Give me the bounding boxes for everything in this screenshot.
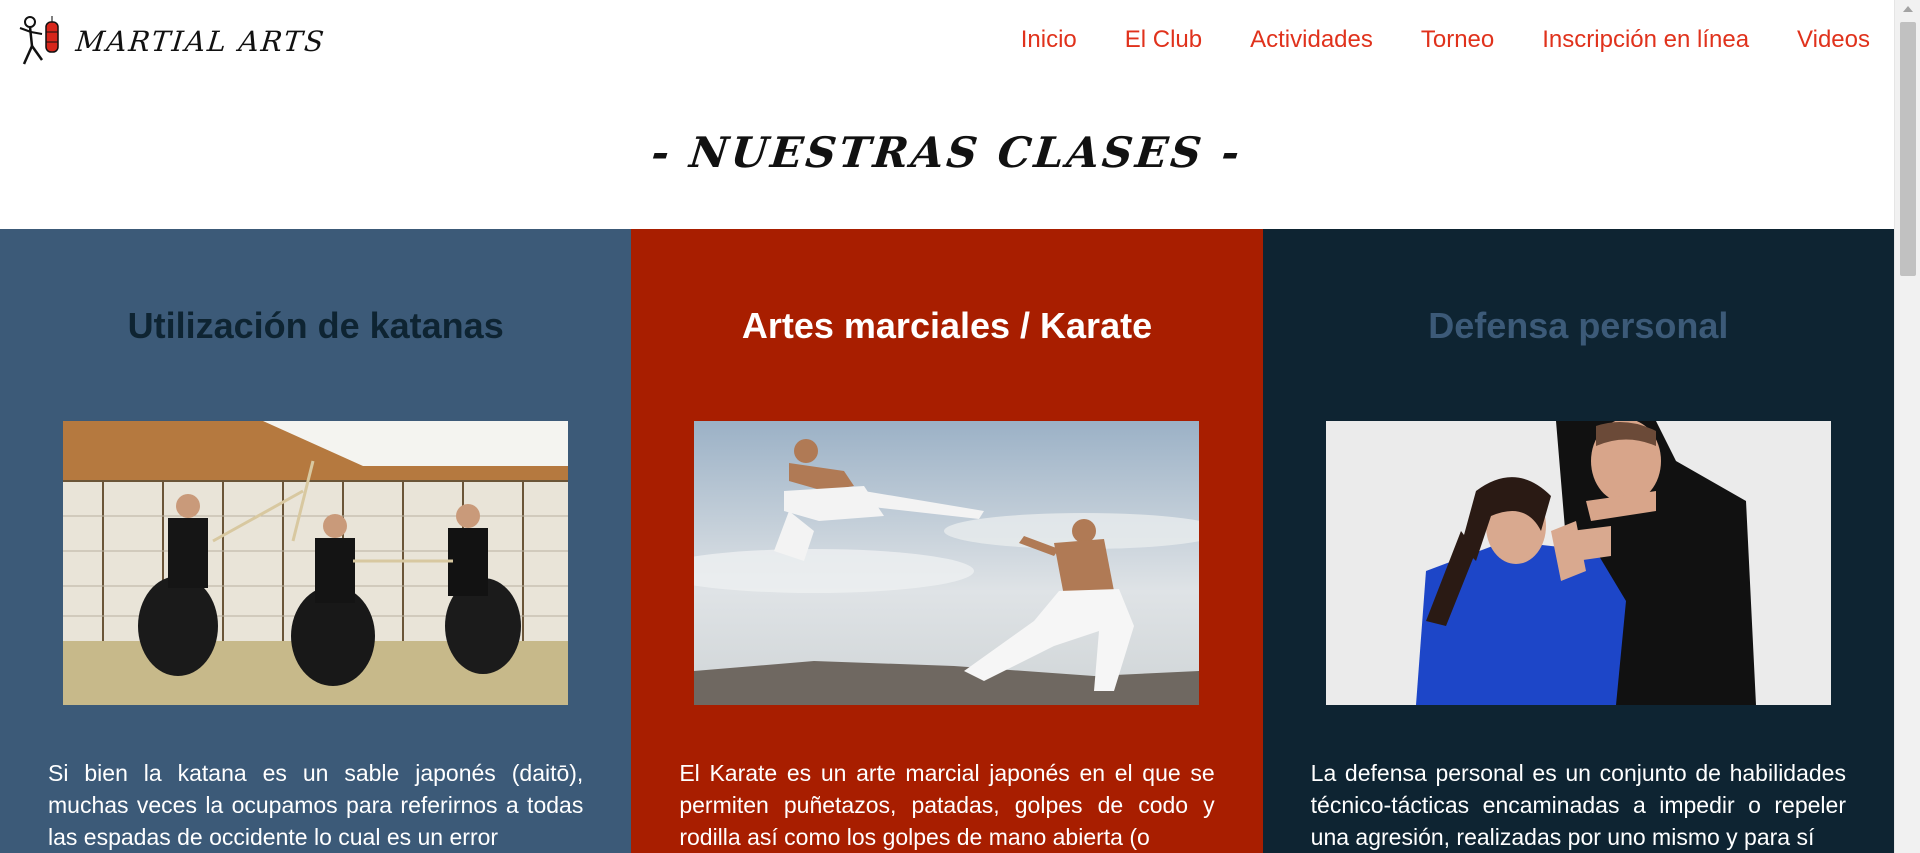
class-card-defensa-personal: Defensa personal La defensa personal es … <box>1262 229 1894 853</box>
scrollbar-thumb[interactable] <box>1900 22 1916 276</box>
main-nav: Inicio El Club Actividades Torneo Inscri… <box>1021 24 1870 56</box>
section-title: - NUESTRAS CLASES - <box>649 128 1245 177</box>
nav-link-el-club[interactable]: El Club <box>1125 24 1202 56</box>
martial-artist-logo-icon <box>19 16 59 65</box>
site-logo[interactable]: MARTIAL ARTS <box>16 14 328 68</box>
class-title: Defensa personal <box>1428 305 1729 346</box>
nav-link-inscripcion[interactable]: Inscripción en línea <box>1542 24 1749 56</box>
class-card-katanas: Utilización de katanas Si bien la katana… <box>0 229 632 853</box>
nav-link-torneo[interactable]: Torneo <box>1421 24 1494 56</box>
class-title: Artes marciales / Karate <box>741 305 1153 346</box>
katana-dojo-image <box>63 421 568 705</box>
page-scrollbar[interactable] <box>1894 0 1920 853</box>
class-description: Si bien la katana es un sable japonés (d… <box>48 760 584 850</box>
site-header: MARTIAL ARTS Inicio El Club Actividades … <box>0 0 1894 80</box>
karate-jump-kick-image <box>694 421 1200 705</box>
class-card-karate: Artes marciales / Karate El Karate es un… <box>631 229 1263 853</box>
class-description: La defensa personal es un conjunto de ha… <box>1310 760 1846 850</box>
nav-link-videos[interactable]: Videos <box>1797 24 1870 56</box>
logo-text: MARTIAL ARTS <box>74 24 328 58</box>
class-description: El Karate es un arte marcial japonés en … <box>679 760 1215 850</box>
classes-section: Utilización de katanas Si bien la katana… <box>0 229 1894 853</box>
nav-link-actividades[interactable]: Actividades <box>1250 24 1373 56</box>
scroll-up-arrow-icon[interactable] <box>1903 6 1913 12</box>
nav-link-inicio[interactable]: Inicio <box>1021 24 1077 56</box>
self-defense-image <box>1325 421 1831 705</box>
class-title: Utilización de katanas <box>127 305 504 346</box>
